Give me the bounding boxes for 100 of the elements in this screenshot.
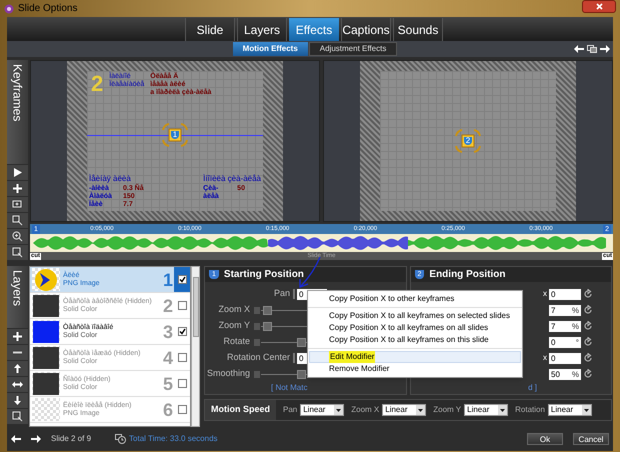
check-icon	[178, 276, 186, 283]
plus-icon[interactable]	[7, 329, 28, 344]
speed-dropdown[interactable]: Linear	[548, 404, 592, 416]
plus-icon[interactable]	[7, 181, 28, 196]
menu-item[interactable]: Copy Position X to all keyframes on all slides	[309, 322, 521, 334]
number-field[interactable]: 0	[549, 288, 581, 300]
speed-dropdown[interactable]: Linear	[382, 404, 426, 416]
row-label: Smoothing	[206, 367, 251, 380]
copy-icon[interactable]	[587, 45, 597, 53]
visibility-checkbox[interactable]	[178, 379, 186, 388]
match-note[interactable]: [ Not Matc	[205, 382, 406, 394]
caret-icon	[582, 405, 591, 415]
speed-dropdown[interactable]: Linear	[464, 404, 508, 416]
menu-item-label: Copy Position X to other keyframes	[328, 293, 456, 305]
visibility-checkbox[interactable]	[178, 275, 186, 284]
dropdown-value: Linear	[466, 406, 490, 414]
check-icon	[178, 328, 186, 335]
play-icon[interactable]	[7, 165, 28, 180]
tab[interactable]: Slide	[185, 18, 235, 41]
zoom-in-icon[interactable]	[7, 229, 28, 244]
speed-label: Rotation	[515, 404, 545, 416]
tab[interactable]: Layers	[237, 18, 287, 41]
layer-number: 2	[162, 296, 173, 314]
dropdown-value: Linear	[384, 406, 408, 414]
visibility-checkbox[interactable]	[178, 301, 186, 310]
clock-icon	[115, 434, 126, 444]
number-field[interactable]: 7 %	[549, 304, 581, 316]
menu-item-label: Remove Modifier	[328, 363, 390, 375]
slide-counter: Slide 2 of 9	[51, 433, 92, 445]
panel-title: Starting Position	[224, 268, 304, 282]
subtab[interactable]: Adjustment Effects	[308, 42, 398, 56]
subtab[interactable]: Motion Effects	[232, 42, 308, 56]
slider-thumb[interactable]	[296, 370, 306, 378]
row-label: Rotation Center	[226, 351, 291, 364]
slider-left-button[interactable]	[253, 370, 261, 378]
speed-dropdown[interactable]: Linear	[300, 404, 344, 416]
dialog-button[interactable]: Ok	[527, 433, 563, 445]
menu-item[interactable]: Edit Modifier	[309, 351, 521, 363]
caption-heading: Ìåèíàÿ àëèà	[89, 173, 132, 184]
layer-number: 5	[162, 374, 173, 392]
menu-item-label: Edit Modifier	[329, 351, 376, 363]
keyframes-side-tab[interactable]: Keyframes	[7, 60, 28, 164]
dropdown-value: Linear	[302, 406, 326, 414]
slider-thumb[interactable]	[263, 306, 272, 314]
match-note[interactable]: d ]	[528, 382, 537, 394]
number-field[interactable]: 7 %	[549, 320, 581, 332]
select-icon[interactable]	[7, 245, 28, 260]
caret-icon	[416, 405, 426, 415]
slider-thumb[interactable]	[296, 338, 306, 346]
panel-title: Ending Position	[429, 268, 506, 282]
row-label: Rotate	[222, 335, 251, 348]
dropdown-value: Linear	[550, 406, 574, 414]
layer-thumbnail	[32, 398, 60, 421]
left-arrow-icon[interactable]	[11, 435, 21, 443]
left-arrow-icon[interactable]	[574, 45, 584, 53]
slider-thumb[interactable]	[263, 322, 272, 330]
row-label: Zoom X	[217, 303, 251, 316]
unit-label: %	[572, 368, 579, 380]
row-label: Zoom Y	[218, 319, 251, 332]
menu-item-label: Copy Position X to all keyframes on this slide	[328, 334, 490, 346]
axis-separator: x	[543, 288, 547, 300]
close-button[interactable]	[582, 0, 616, 13]
layers-side-tab[interactable]: Layers	[7, 266, 28, 328]
layer-number: 3	[162, 322, 173, 340]
row-label: Pan	[272, 287, 291, 300]
menu-item-label: Copy Position X to all keyframes on all slides	[328, 322, 490, 334]
right-arrow-icon[interactable]	[31, 435, 41, 443]
number-field[interactable]: 0	[549, 352, 581, 364]
app-icon	[4, 4, 14, 14]
unit-label: %	[572, 304, 579, 316]
visibility-checkbox[interactable]	[178, 405, 186, 414]
number-field[interactable]: 0 °	[549, 336, 581, 348]
dialog-button[interactable]: Cancel	[573, 433, 609, 445]
tab[interactable]: Effects	[289, 18, 339, 41]
scrollbar[interactable]	[191, 266, 200, 427]
motion-speed-title: Motion Speed	[205, 400, 276, 420]
axis-separator: x	[543, 352, 547, 364]
number-field[interactable]: 50 %	[549, 368, 581, 380]
minus-icon[interactable]	[7, 345, 28, 360]
add-keyframe-icon[interactable]	[7, 197, 28, 212]
visibility-checkbox[interactable]	[178, 353, 186, 362]
tab[interactable]: Sounds	[393, 18, 443, 41]
keyframe-marker[interactable]: 1	[160, 122, 190, 148]
menu-item[interactable]: Copy Position X to other keyframes	[309, 293, 521, 305]
layer-number: 6	[162, 400, 173, 418]
menu-item[interactable]: Copy Position X to all keyframes on this slide	[309, 334, 521, 346]
select-icon[interactable]	[7, 409, 28, 424]
layer-number: 1	[162, 270, 173, 288]
layer-number: 4	[162, 348, 173, 366]
unit-label: %	[572, 320, 579, 332]
keyframe-marker[interactable]: 2	[453, 128, 483, 154]
tab[interactable]: Captions	[341, 18, 391, 41]
unit-label: °	[576, 336, 579, 348]
speed-label: Zoom Y	[433, 404, 462, 416]
visibility-checkbox[interactable]	[178, 327, 186, 336]
right-arrow-icon[interactable]	[600, 45, 610, 53]
menu-item[interactable]: Remove Modifier	[309, 363, 521, 375]
speed-label: Pan	[283, 404, 298, 416]
window-title: Slide Options	[18, 2, 78, 16]
speed-label: Zoom X	[351, 404, 380, 416]
